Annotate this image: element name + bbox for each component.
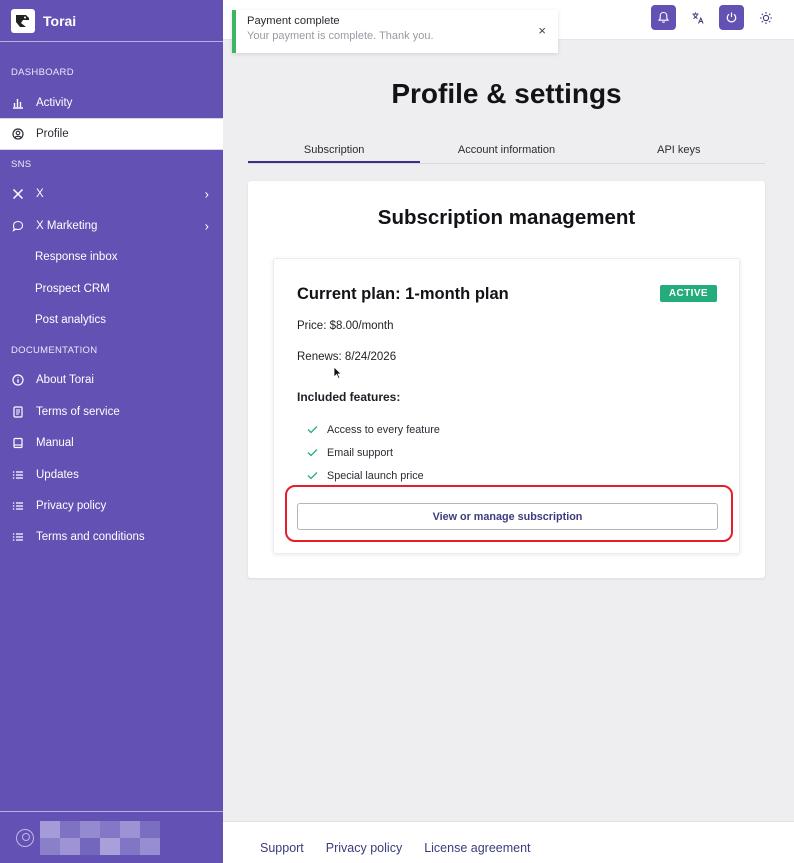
footer-link-support[interactable]: Support [260,841,304,855]
sidebar-item-prospect-crm[interactable]: Prospect CRM [0,273,223,304]
tab-account-information[interactable]: Account information [420,139,592,163]
section-label-dashboard: DASHBOARD [11,66,74,78]
sidebar-item-label: Response inbox [35,251,118,264]
app-name: Torai [43,12,77,29]
sidebar: Torai DASHBOARD Activity Profile SNS X ›… [0,0,223,863]
footer-link-license-agreement[interactable]: License agreement [424,841,530,855]
plan-renewal-date: Renews: 8/24/2026 [297,351,397,363]
feature-label: Special launch price [327,469,424,482]
sidebar-item-x[interactable]: X › [0,179,223,210]
logout-button[interactable] [719,5,744,30]
sidebar-item-label: X [36,188,44,201]
header-actions [651,5,778,30]
subscription-heading: Subscription management [377,206,636,229]
brand[interactable]: Torai [0,0,223,42]
sidebar-item-label: Prospect CRM [35,282,110,295]
bell-icon [657,11,670,23]
sidebar-item-label: X Marketing [36,219,98,232]
translate-icon [692,12,704,24]
footer-links: Support Privacy policy License agreement [260,841,531,855]
footer-link-privacy-policy[interactable]: Privacy policy [326,841,402,855]
list-item: Email support [307,441,440,464]
page-title: Profile & settings [391,78,622,109]
toast-title: Payment complete [247,15,340,27]
check-icon [307,471,318,480]
plan-title: Current plan: 1-month plan [297,285,509,303]
sidebar-item-label: Terms and conditions [36,531,145,544]
book-icon [11,436,25,450]
check-icon [307,448,318,457]
sidebar-item-manual[interactable]: Manual [0,428,223,459]
check-icon [307,425,318,434]
sidebar-item-post-analytics[interactable]: Post analytics [0,304,223,335]
feature-label: Email support [327,446,394,459]
sidebar-item-privacy-policy[interactable]: Privacy policy [0,490,223,521]
sidebar-item-terms-of-service[interactable]: Terms of service [0,396,223,427]
sun-icon [759,11,772,24]
feature-label: Access to every feature [327,423,440,436]
chevron-right-icon: › [204,218,209,234]
section-label-documentation: DOCUMENTATION [11,344,98,356]
list-icon [11,499,25,513]
list-icon [11,468,25,482]
sidebar-item-label: About Torai [36,374,94,387]
sidebar-item-profile[interactable]: Profile [0,118,223,150]
sidebar-item-response-inbox[interactable]: Response inbox [0,242,223,273]
user-menu[interactable] [0,811,223,863]
sidebar-item-label: Activity [36,96,73,109]
manage-subscription-button[interactable]: View or manage subscription [297,503,718,530]
sidebar-item-label: Profile [36,128,69,141]
user-circle-icon [11,127,25,141]
list-icon [11,530,25,544]
tab-subscription[interactable]: Subscription [248,139,421,163]
list-item: Special launch price [307,464,440,487]
chevron-right-icon: › [204,186,209,202]
current-plan-panel: Current plan: 1-month plan ACTIVE Price:… [273,258,740,554]
features-heading: Included features: [297,390,401,404]
x-logo-icon [11,187,25,201]
close-icon[interactable]: × [538,23,546,38]
language-button[interactable] [685,5,710,30]
sidebar-item-activity[interactable]: Activity [0,87,223,118]
notifications-button[interactable] [651,5,676,30]
bar-chart-icon [11,96,25,110]
avatar [16,828,34,847]
sidebar-item-label: Terms of service [36,405,120,418]
tab-api-keys[interactable]: API keys [593,139,765,163]
plan-price: Price: $8.00/month [297,320,394,332]
sidebar-item-label: Manual [36,437,74,450]
sidebar-item-label: Updates [36,468,79,481]
sidebar-item-x-marketing[interactable]: X Marketing › [0,210,223,241]
info-icon [11,373,25,387]
section-label-sns: SNS [11,158,32,170]
sidebar-item-terms-and-conditions[interactable]: Terms and conditions [0,522,223,553]
sidebar-item-updates[interactable]: Updates [0,459,223,490]
mouse-cursor-icon [333,366,343,385]
settings-tabs: Subscription Account information API key… [248,139,765,164]
feature-list: Access to every feature Email support Sp… [307,418,440,487]
sidebar-item-about-torai[interactable]: About Torai [0,365,223,396]
document-icon [11,405,25,419]
payment-toast: Payment complete Your payment is complet… [232,10,558,53]
app-logo-icon [11,8,35,33]
toast-message: Your payment is complete. Thank you. [247,30,434,42]
chat-bubble-icon [11,219,25,233]
theme-toggle-button[interactable] [753,5,778,30]
sidebar-item-label: Post analytics [35,314,106,327]
power-icon [726,12,737,23]
subscription-card: Subscription management Current plan: 1-… [248,181,765,578]
page-footer: Support Privacy policy License agreement [223,821,794,863]
redacted-username [40,820,160,855]
list-item: Access to every feature [307,418,440,441]
status-badge: ACTIVE [659,285,717,302]
sidebar-item-label: Privacy policy [36,499,107,512]
